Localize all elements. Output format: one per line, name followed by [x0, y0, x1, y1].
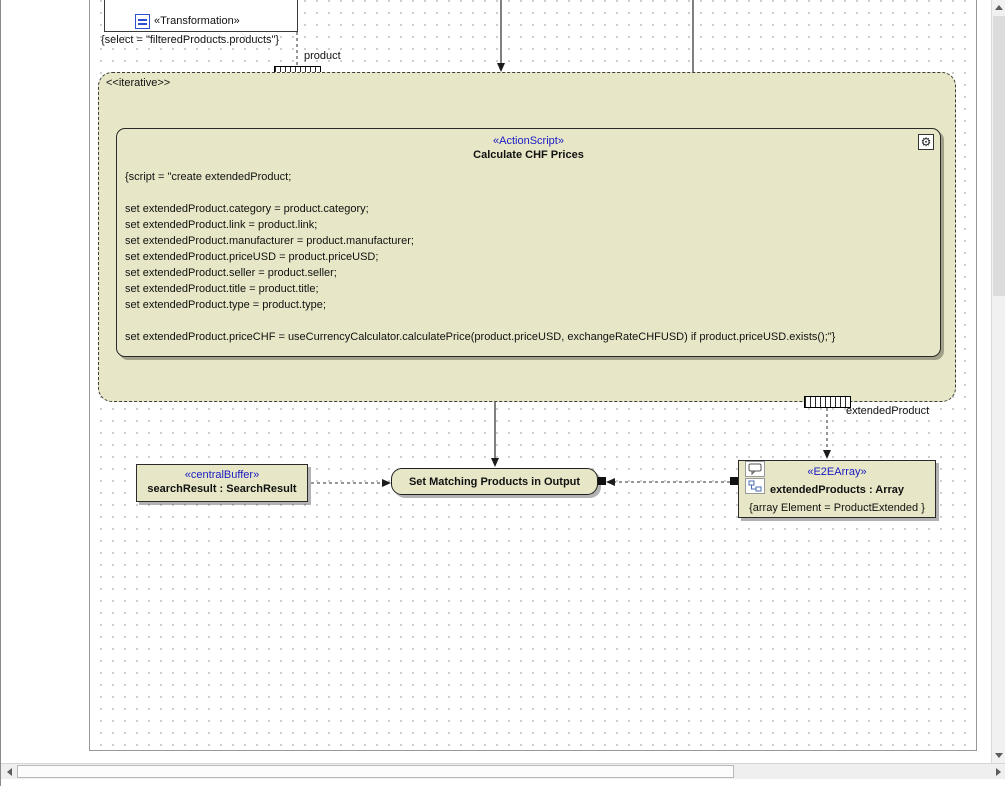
- central-buffer-name: searchResult : SearchResult: [137, 482, 307, 497]
- scroll-right-arrow[interactable]: [990, 764, 1005, 779]
- script-line: set extendedProduct.type = product.type;: [125, 297, 932, 313]
- script-line: set extendedProduct.link = product.link;: [125, 217, 932, 233]
- up-triangle-icon: [995, 5, 1003, 10]
- action-label: Set Matching Products in Output: [409, 476, 580, 488]
- right-triangle-icon: [996, 768, 1001, 776]
- vertical-scrollbar-thumb[interactable]: [993, 16, 1005, 296]
- transformation-element[interactable]: «Transformation»: [104, 0, 298, 32]
- extended-product-pin[interactable]: [804, 396, 851, 408]
- script-line: set extendedProduct.seller = product.sel…: [125, 265, 932, 281]
- scroll-up-arrow[interactable]: [992, 0, 1005, 15]
- e2e-array-name: extendedProducts : Array: [739, 483, 935, 497]
- central-buffer-node[interactable]: «centralBuffer» searchResult : SearchRes…: [136, 464, 308, 502]
- script-line: {script = "create extendedProduct;: [125, 169, 932, 185]
- scroll-down-arrow[interactable]: [992, 748, 1005, 763]
- script-line: [125, 185, 932, 201]
- transformation-stereotype: «Transformation»: [154, 14, 240, 29]
- product-edge-label: product: [304, 50, 341, 62]
- e2e-array-constraint: {array Element = ProductExtended }: [739, 502, 935, 515]
- left-triangle-icon: [7, 768, 12, 776]
- script-line: set extendedProduct.priceCHF = useCurren…: [125, 329, 932, 345]
- script-line: set extendedProduct.priceUSD = product.p…: [125, 249, 932, 265]
- extended-product-edge-label: extendedProduct: [846, 405, 929, 417]
- note-icon: [745, 461, 765, 477]
- iterative-region-label: <<iterative>>: [106, 77, 170, 89]
- scroll-left-arrow[interactable]: [1, 764, 17, 779]
- horizontal-scrollbar-thumb[interactable]: [17, 765, 734, 778]
- central-buffer-stereotype: «centralBuffer»: [137, 468, 307, 482]
- diagram-window: «Transformation» {select = "filteredProd…: [0, 0, 1005, 786]
- action-output-pin[interactable]: [598, 477, 606, 485]
- action-script-body: {script = "create extendedProduct; set e…: [125, 169, 932, 345]
- e2e-array-node[interactable]: «E2EArray» extendedProducts : Array {arr…: [738, 460, 936, 518]
- set-matching-products-action[interactable]: Set Matching Products in Output: [391, 468, 598, 495]
- script-line: set extendedProduct.title = product.titl…: [125, 281, 932, 297]
- e2e-array-stereotype: «E2EArray»: [739, 465, 935, 479]
- diagram-canvas[interactable]: «Transformation» {select = "filteredProd…: [1, 0, 991, 763]
- horizontal-scrollbar[interactable]: [1, 763, 1005, 779]
- action-script-stereotype: «ActionScript»: [125, 134, 932, 148]
- transformation-select-label: {select = "filteredProducts.products"}: [101, 34, 279, 46]
- vertical-scrollbar[interactable]: [991, 0, 1005, 763]
- action-script-node[interactable]: «ActionScript» Calculate CHF Prices {scr…: [116, 128, 941, 357]
- down-triangle-icon: [995, 753, 1003, 758]
- transformation-icon: [135, 14, 150, 29]
- array-input-pin[interactable]: [730, 477, 738, 485]
- script-line: set extendedProduct.category = product.c…: [125, 201, 932, 217]
- script-line: set extendedProduct.manufacturer = produ…: [125, 233, 932, 249]
- script-line: [125, 313, 932, 329]
- action-script-title: Calculate CHF Prices: [125, 148, 932, 163]
- gear-icon: ⚙: [918, 134, 934, 150]
- structure-icon: [745, 478, 765, 494]
